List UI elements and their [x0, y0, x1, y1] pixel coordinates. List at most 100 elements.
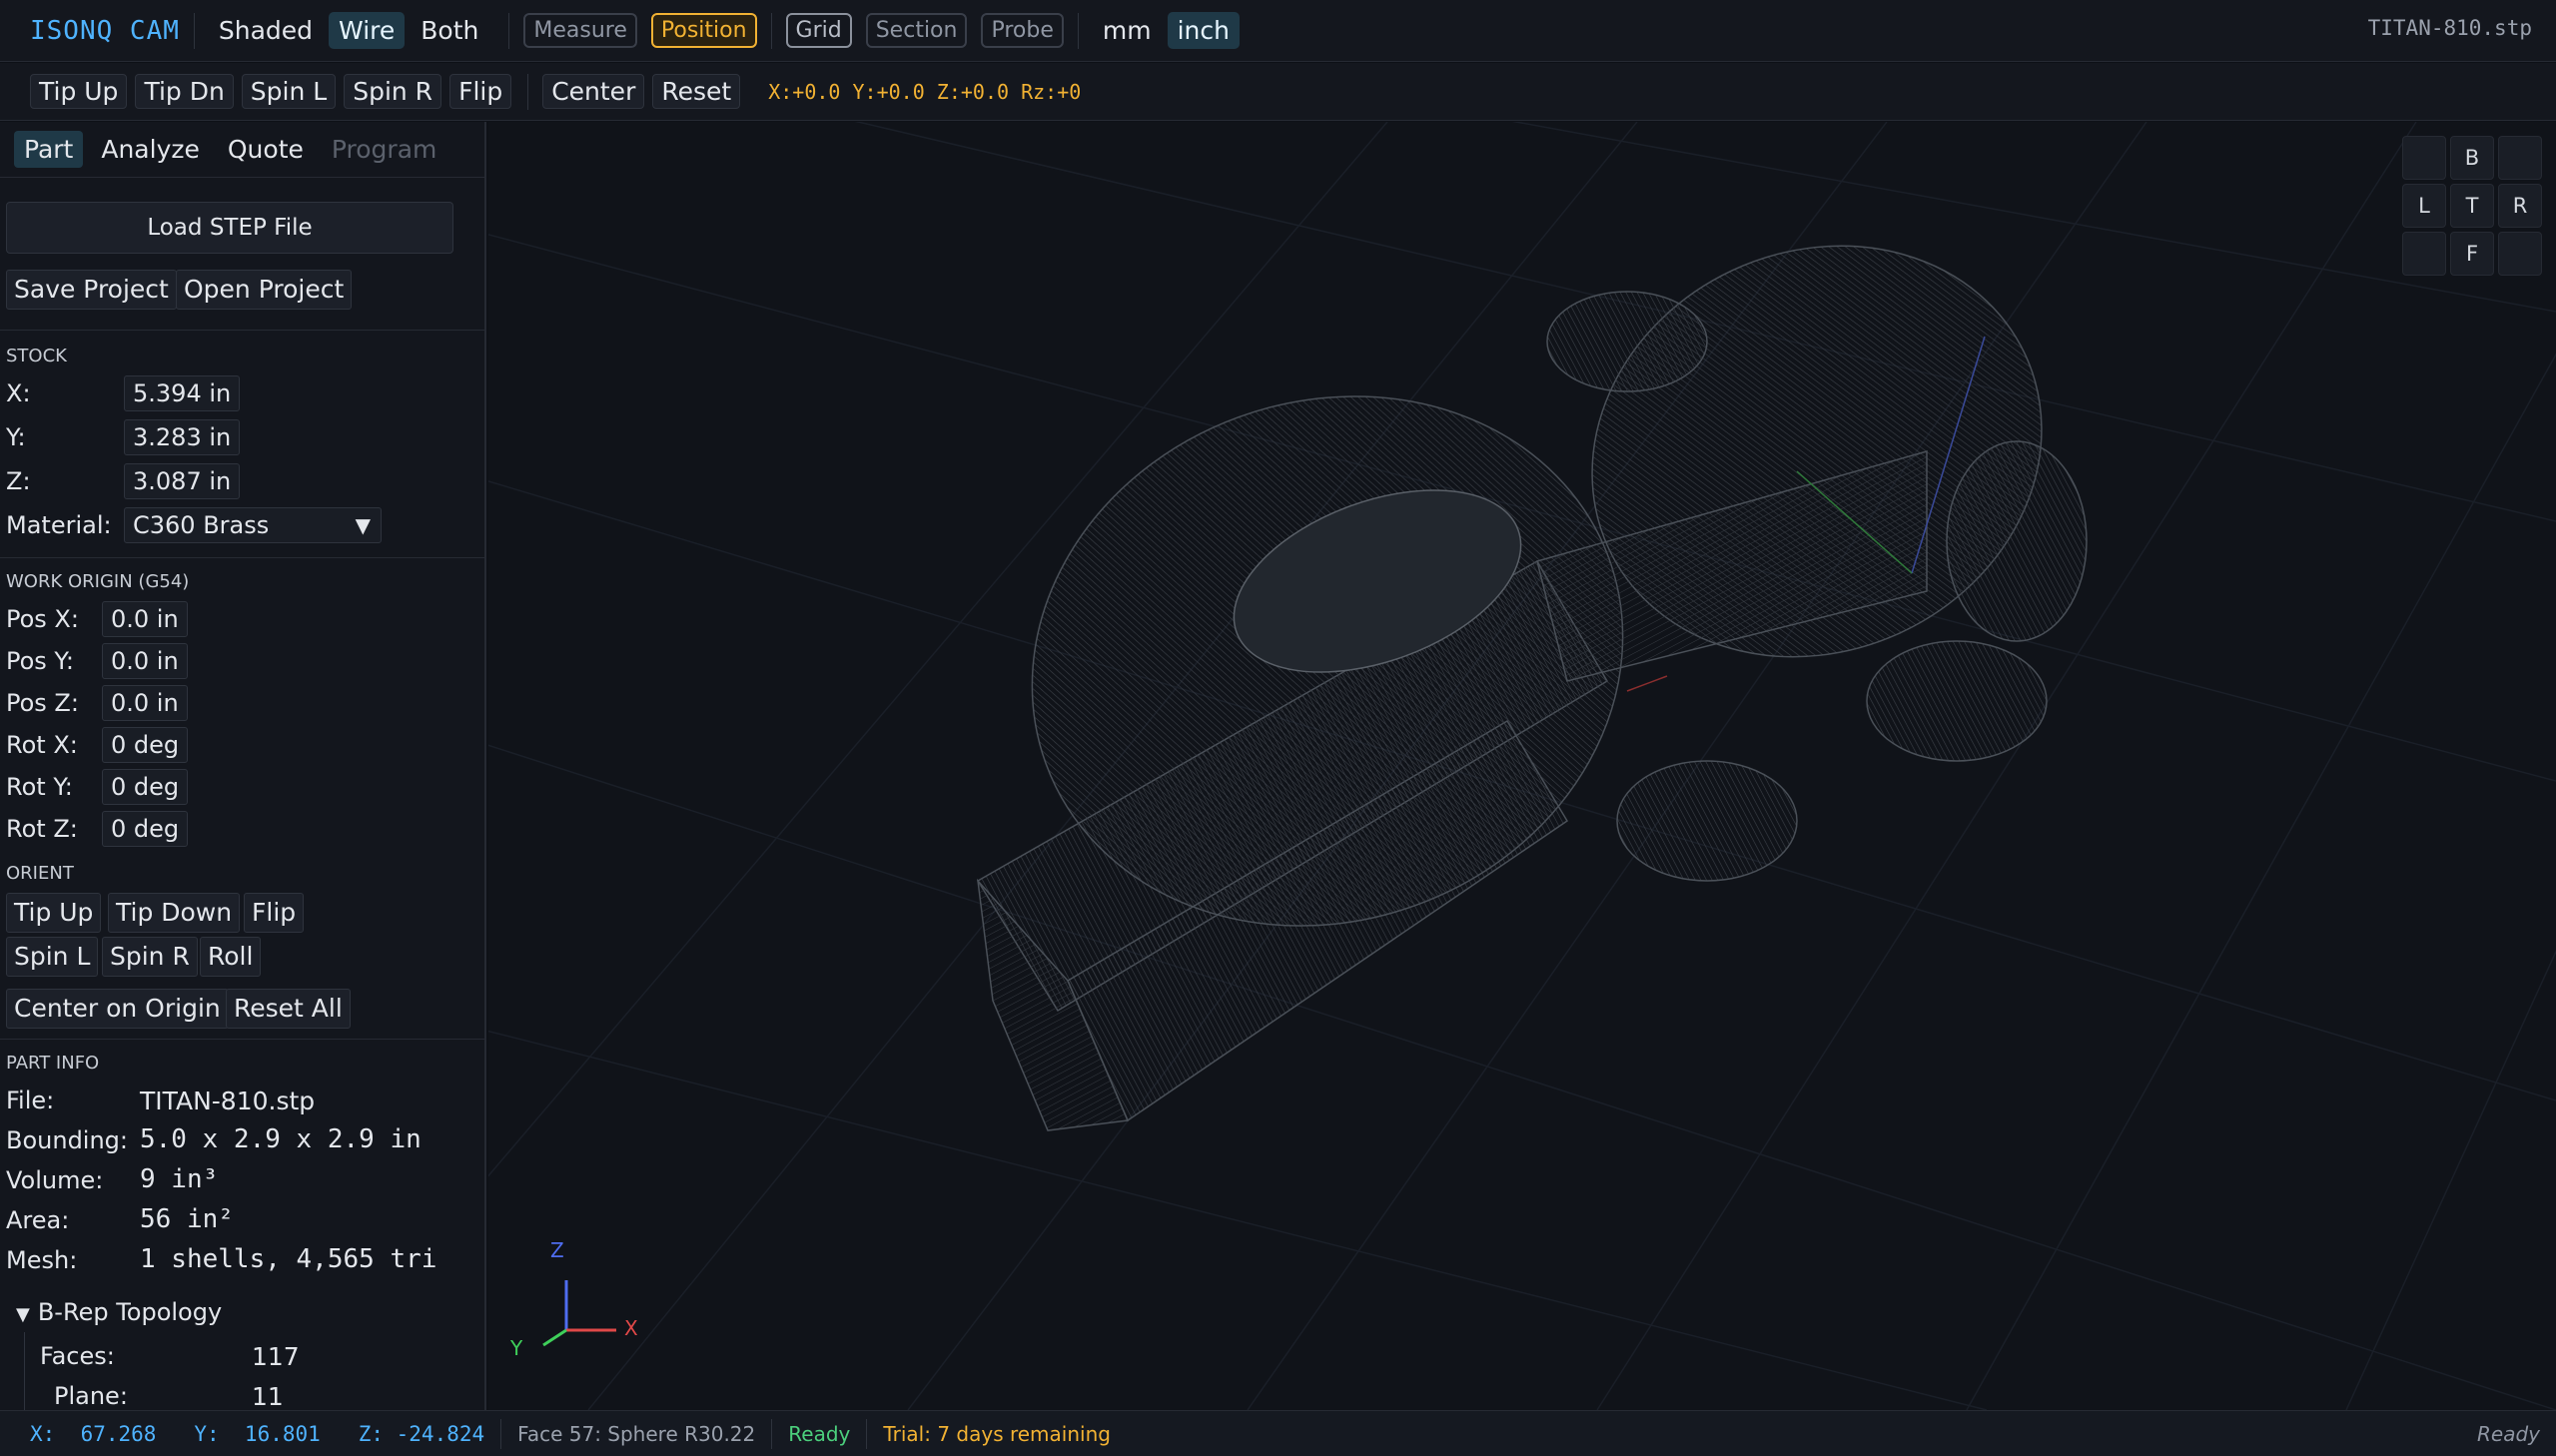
hovered-face-info: Face 57: Sphere R30.22: [517, 1421, 756, 1446]
triad-y-line: [542, 1328, 567, 1347]
sidebar-tabs: Part Analyze Quote Program: [0, 122, 484, 178]
viewcube-empty: [2498, 136, 2542, 180]
measure-tool-button[interactable]: Measure: [523, 13, 637, 48]
brep-topology-title: B-Rep Topology: [37, 1298, 223, 1326]
file-label: File:: [6, 1087, 55, 1114]
orient-roll-button[interactable]: Roll: [200, 937, 262, 977]
tab-program[interactable]: Program: [322, 131, 446, 168]
open-file-name: TITAN-810.stp: [2367, 16, 2532, 40]
plane-label: Plane:: [54, 1382, 128, 1410]
toolbar-divider: [193, 12, 195, 49]
area-value: 56 in²: [140, 1204, 234, 1234]
status-divider: [866, 1418, 868, 1449]
part-x-axis: [1626, 675, 1668, 692]
stock-y-label: Y:: [6, 423, 26, 451]
orient-flip-button[interactable]: Flip: [244, 893, 305, 933]
triad-z-label: Z: [550, 1238, 564, 1262]
rot-x-input[interactable]: 0 deg: [102, 727, 189, 763]
stock-x-label: X:: [6, 379, 31, 407]
orient-tip-down-button[interactable]: Tip Down: [108, 893, 241, 933]
cursor-coordinates: X: 67.268 Y: 16.801 Z: -24.824: [30, 1421, 485, 1446]
file-value: TITAN-810.stp: [140, 1087, 316, 1115]
app-brand: ISONQ CAM: [30, 15, 180, 46]
load-step-button[interactable]: Load STEP File: [6, 202, 453, 254]
scene-canvas: [488, 122, 2556, 1410]
tree-guide-line: [24, 1332, 25, 1410]
orient-spin-left-button[interactable]: Spin L: [6, 937, 99, 977]
pos-z-input[interactable]: 0.0 in: [102, 685, 188, 721]
status-right-text: Ready: [2477, 1421, 2540, 1446]
center-view-button[interactable]: Center: [542, 74, 645, 109]
render-wire-button[interactable]: Wire: [329, 12, 406, 49]
center-on-origin-button[interactable]: Center on Origin: [6, 989, 229, 1029]
triad-y-label: Y: [510, 1336, 523, 1360]
plane-value: 11: [252, 1382, 284, 1410]
reset-all-button[interactable]: Reset All: [226, 989, 351, 1029]
pos-y-input[interactable]: 0.0 in: [102, 643, 188, 679]
flip-button[interactable]: Flip: [449, 74, 512, 109]
ready-indicator: Ready: [788, 1421, 851, 1446]
viewcube-back[interactable]: B: [2450, 136, 2494, 180]
unit-mm-button[interactable]: mm: [1093, 12, 1162, 49]
tab-quote[interactable]: Quote: [218, 131, 314, 168]
rot-z-input[interactable]: 0 deg: [102, 811, 189, 847]
mesh-label: Mesh:: [6, 1246, 78, 1274]
viewcube-top[interactable]: T: [2450, 184, 2494, 228]
toolbar-divider: [508, 12, 510, 49]
stock-z-input[interactable]: 3.087 in: [124, 463, 241, 499]
tip-up-button[interactable]: Tip Up: [30, 74, 128, 109]
render-shaded-button[interactable]: Shaded: [209, 12, 323, 49]
reset-view-button[interactable]: Reset: [652, 74, 741, 109]
top-toolbar: ISONQ CAM Shaded Wire Both Measure Posit…: [0, 0, 2556, 62]
unit-inch-button[interactable]: inch: [1167, 12, 1240, 49]
viewcube-right[interactable]: R: [2498, 184, 2542, 228]
viewcube-empty: [2402, 136, 2446, 180]
viewcube-left[interactable]: L: [2402, 184, 2446, 228]
save-project-button[interactable]: Save Project: [6, 270, 177, 310]
brep-topology-toggle[interactable]: ▼ B-Rep Topology: [16, 1298, 222, 1326]
material-select[interactable]: C360 Brass ▼: [124, 507, 382, 543]
render-both-button[interactable]: Both: [411, 12, 488, 49]
grid-toggle[interactable]: Grid: [785, 13, 852, 48]
stock-z-label: Z:: [6, 467, 31, 495]
trial-notice: Trial: 7 days remaining: [883, 1421, 1111, 1446]
spin-left-button[interactable]: Spin L: [241, 74, 337, 109]
open-project-button[interactable]: Open Project: [176, 270, 353, 310]
3d-viewport[interactable]: Z X Y B L T R F: [488, 122, 2556, 1410]
toolbar-divider: [527, 73, 529, 110]
viewcube-front[interactable]: F: [2450, 232, 2494, 276]
part-info-section-title: PART INFO: [6, 1053, 100, 1074]
area-label: Area:: [6, 1206, 70, 1234]
axis-triad: [542, 1280, 616, 1347]
work-origin-section-title: WORK ORIGIN (G54): [6, 571, 190, 592]
bounding-label: Bounding:: [6, 1126, 129, 1154]
tab-analyze[interactable]: Analyze: [91, 131, 210, 168]
material-label: Material:: [6, 511, 112, 539]
tip-down-button[interactable]: Tip Dn: [135, 74, 234, 109]
spin-right-button[interactable]: Spin R: [344, 74, 442, 109]
probe-toggle[interactable]: Probe: [981, 13, 1064, 48]
toolbar-divider: [770, 12, 772, 49]
stock-y-input[interactable]: 3.283 in: [124, 419, 241, 455]
position-readout: X:+0.0 Y:+0.0 Z:+0.0 Rz:+0: [768, 79, 1082, 104]
section-divider: [0, 330, 484, 331]
caret-down-icon: ▼: [16, 1304, 30, 1325]
pos-z-label: Pos Z:: [6, 689, 79, 717]
status-divider: [500, 1418, 502, 1449]
rot-y-input[interactable]: 0 deg: [102, 769, 189, 805]
pos-x-input[interactable]: 0.0 in: [102, 601, 188, 637]
toolbar-divider: [1077, 12, 1079, 49]
tab-part[interactable]: Part: [14, 131, 84, 168]
orient-tip-up-button[interactable]: Tip Up: [6, 893, 102, 933]
rot-x-label: Rot X:: [6, 731, 78, 759]
faces-label: Faces:: [40, 1342, 115, 1370]
orient-spin-right-button[interactable]: Spin R: [102, 937, 198, 977]
pos-y-label: Pos Y:: [6, 647, 74, 675]
status-bar: X: 67.268 Y: 16.801 Z: -24.824 Face 57: …: [0, 1410, 2556, 1456]
orient-section-title: ORIENT: [6, 863, 74, 884]
volume-label: Volume:: [6, 1166, 104, 1194]
section-toggle[interactable]: Section: [865, 13, 968, 48]
stock-x-input[interactable]: 5.394 in: [124, 375, 241, 411]
chevron-down-icon: ▼: [355, 513, 371, 537]
position-tool-button[interactable]: Position: [650, 13, 757, 48]
